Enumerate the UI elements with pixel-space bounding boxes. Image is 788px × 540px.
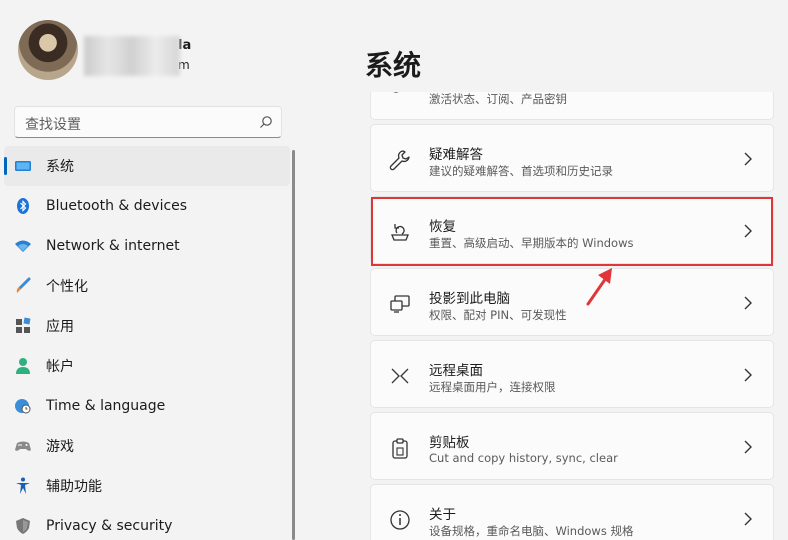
card-subtitle: 建议的疑难解答、首选项和历史记录 bbox=[429, 164, 613, 178]
sidebar-item-label: Network & internet bbox=[46, 238, 180, 254]
person-icon bbox=[16, 358, 30, 374]
card-subtitle: Cut and copy history, sync, clear bbox=[429, 451, 618, 465]
card-title: 投影到此电脑 bbox=[429, 291, 510, 307]
avatar[interactable] bbox=[18, 20, 78, 80]
redacted-user-info bbox=[84, 36, 180, 76]
sidebar-item-label: 帐户 bbox=[46, 359, 74, 375]
settings-card-about[interactable]: 关于 设备规格，重命名电脑、Windows 规格 bbox=[370, 484, 774, 540]
recovery-icon bbox=[391, 224, 409, 241]
sidebar-item-label: 系统 bbox=[46, 159, 74, 175]
sidebar-item-label: Time & language bbox=[46, 398, 166, 414]
settings-card-remote-desktop[interactable]: 远程桌面 远程桌面用户，连接权限 bbox=[370, 340, 774, 408]
search-input[interactable]: 查找设置 bbox=[25, 114, 81, 134]
sidebar-nav: 系统 Bluetooth & devices Network & interne… bbox=[0, 146, 292, 540]
card-title: 恢复 bbox=[429, 219, 456, 235]
card-subtitle: 设备规格，重命名电脑、Windows 规格 bbox=[429, 524, 634, 538]
wrench-icon bbox=[389, 150, 410, 171]
card-subtitle: 激活状态、订阅、产品密钥 bbox=[429, 92, 567, 106]
card-title: 剪贴板 bbox=[429, 435, 470, 451]
sidebar-item-network[interactable]: Network & internet bbox=[0, 226, 292, 266]
chevron-right-icon bbox=[744, 368, 752, 382]
chevron-right-icon bbox=[744, 296, 752, 310]
page-title: 系统 bbox=[365, 49, 422, 82]
user-profile[interactable]: la m bbox=[18, 20, 288, 82]
sidebar-item-gaming[interactable]: 游戏 bbox=[0, 426, 292, 466]
gamepad-icon bbox=[15, 441, 31, 451]
card-title: 疑难解答 bbox=[429, 147, 483, 163]
sidebar-item-bluetooth[interactable]: Bluetooth & devices bbox=[0, 186, 292, 226]
shield-icon bbox=[16, 518, 30, 534]
settings-card-recovery[interactable]: 恢复 重置、高级启动、早期版本的 Windows bbox=[370, 196, 774, 264]
annotation-arrow-icon bbox=[586, 268, 612, 306]
bluetooth-icon bbox=[17, 198, 29, 214]
sidebar-item-apps[interactable]: 应用 bbox=[0, 306, 292, 346]
clipboard-icon bbox=[392, 438, 408, 459]
sidebar-item-accessibility[interactable]: 辅助功能 bbox=[0, 466, 292, 506]
sidebar-item-label: Privacy & security bbox=[46, 518, 173, 534]
wifi-icon bbox=[15, 240, 31, 252]
sidebar-item-personalization[interactable]: 个性化 bbox=[0, 266, 292, 306]
card-subtitle: 重置、高级启动、早期版本的 Windows bbox=[429, 236, 634, 250]
globe-clock-icon bbox=[15, 399, 31, 414]
sidebar-item-privacy[interactable]: Privacy & security bbox=[0, 506, 292, 540]
search-box[interactable]: 查找设置 bbox=[14, 106, 282, 138]
chevron-right-icon bbox=[744, 512, 752, 526]
sidebar-item-system[interactable]: 系统 bbox=[4, 146, 290, 186]
sidebar-item-label: 应用 bbox=[46, 319, 74, 335]
sidebar-item-label: 游戏 bbox=[46, 439, 74, 455]
card-title: 关于 bbox=[429, 507, 456, 523]
info-icon bbox=[390, 510, 410, 530]
sidebar-item-label: Bluetooth & devices bbox=[46, 198, 188, 214]
card-subtitle: 远程桌面用户，连接权限 bbox=[429, 380, 556, 394]
settings-card-troubleshoot[interactable]: 疑难解答 建议的疑难解答、首选项和历史记录 bbox=[370, 124, 774, 192]
sidebar-item-time-language[interactable]: Time & language bbox=[0, 386, 292, 426]
sidebar-item-accounts[interactable]: 帐户 bbox=[0, 346, 292, 386]
brush-icon bbox=[16, 277, 31, 293]
apps-icon bbox=[16, 317, 31, 333]
project-icon bbox=[390, 295, 410, 313]
key-icon bbox=[393, 92, 399, 93]
accessibility-icon bbox=[16, 477, 30, 494]
card-title: 远程桌面 bbox=[429, 363, 483, 379]
sidebar-scrollbar[interactable] bbox=[292, 150, 295, 540]
card-subtitle: 权限、配对 PIN、可发现性 bbox=[429, 308, 567, 322]
chevron-right-icon bbox=[744, 440, 752, 454]
settings-card-clipboard[interactable]: 剪贴板 Cut and copy history, sync, clear bbox=[370, 412, 774, 480]
search-icon bbox=[260, 116, 272, 128]
remote-desktop-icon bbox=[391, 368, 409, 384]
sidebar-item-label: 辅助功能 bbox=[46, 479, 102, 495]
settings-list: 激活状态、订阅、产品密钥 疑难解答 建议的疑难解答、首选项和历史记录 恢复 重置… bbox=[370, 92, 774, 540]
monitor-icon bbox=[15, 161, 31, 171]
settings-card-activation[interactable]: 激活状态、订阅、产品密钥 bbox=[370, 92, 774, 120]
settings-card-project-to-pc[interactable]: 投影到此电脑 权限、配对 PIN、可发现性 bbox=[370, 268, 774, 336]
sidebar-item-label: 个性化 bbox=[46, 279, 88, 295]
chevron-right-icon bbox=[744, 152, 752, 166]
chevron-right-icon bbox=[744, 224, 752, 238]
